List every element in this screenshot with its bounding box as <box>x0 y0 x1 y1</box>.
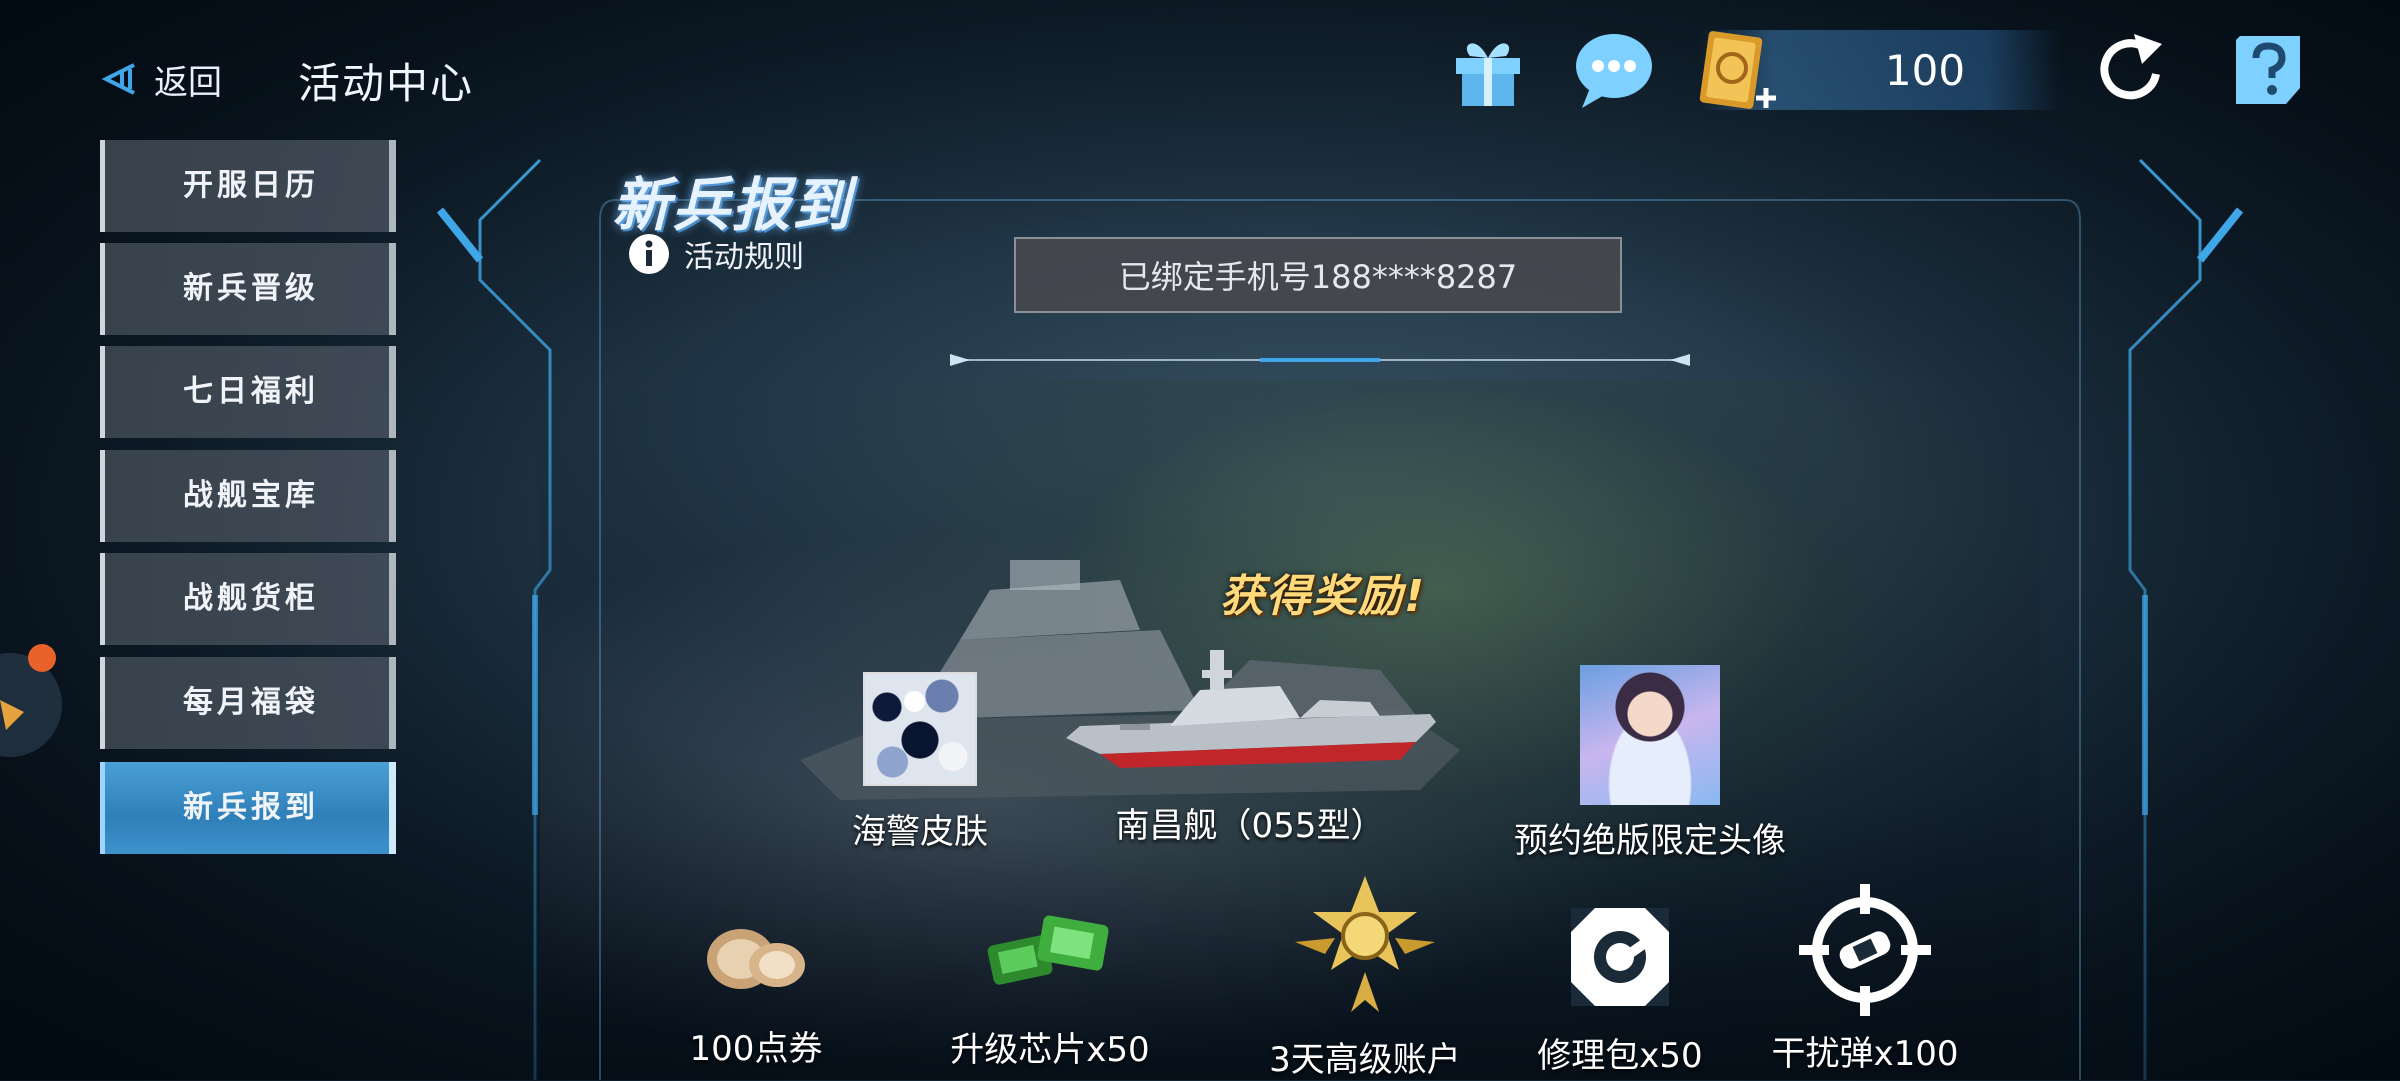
sidebar-item-label: 新兵报到 <box>183 790 319 825</box>
page-title: 活动中心 <box>298 59 475 108</box>
sidebar-item-label: 战舰宝库 <box>183 478 319 513</box>
avatar-portrait-icon <box>1580 665 1720 805</box>
decoy-icon <box>1799 884 1931 1016</box>
reward-decoy[interactable]: 干扰弹x100 <box>1760 880 1970 1075</box>
back-button[interactable]: 返回 <box>100 52 222 106</box>
reward-label: 预约绝版限定头像 <box>1514 821 1786 861</box>
sidebar-item-warship-container[interactable]: 战舰货柜 <box>100 553 396 645</box>
sidebar-item-label: 战舰货柜 <box>183 581 319 616</box>
reward-label: 修理包x50 <box>1537 1036 1703 1076</box>
reward-camo-skin[interactable]: 海警皮肤 <box>830 672 1010 853</box>
bound-phone-text: 已绑定手机号188****8287 <box>1118 258 1518 296</box>
sidebar-item-recruit-checkin[interactable]: 新兵报到 <box>100 762 396 854</box>
sidebar-item-server-calendar[interactable]: 开服日历 <box>100 140 396 232</box>
sidebar-item-seven-day-welfare[interactable]: 七日福利 <box>100 346 396 438</box>
rules-label: 活动规则 <box>684 240 804 275</box>
sidebar-item-label: 七日福利 <box>183 374 319 409</box>
panel-title: 新兵报到 <box>612 171 853 239</box>
refresh-icon[interactable] <box>2090 28 2174 112</box>
reward-label: 干扰弹x100 <box>1771 1034 1959 1074</box>
reward-premium-account[interactable]: 3天高级账户 <box>1250 872 1480 1081</box>
coupon-coins-icon <box>707 929 805 989</box>
bound-phone-display: 已绑定手机号188****8287 <box>1014 237 1622 313</box>
camo-skin-icon <box>863 672 977 786</box>
chip-icon <box>987 915 1109 985</box>
floating-assistant-icon[interactable] <box>0 640 70 770</box>
reward-label: 南昌舰（055型） <box>1115 806 1385 846</box>
reward-avatar[interactable]: 预约绝版限定头像 <box>1500 665 1800 862</box>
premium-badge-icon <box>1295 876 1435 1012</box>
reward-heading: 获得奖励! <box>1220 571 1427 622</box>
chat-bubble-icon[interactable] <box>1572 28 1656 112</box>
reward-upgrade-chips[interactable]: 升级芯片x50 <box>930 900 1170 1071</box>
sidebar-item-label: 开服日历 <box>183 168 319 203</box>
sidebar-item-label: 新兵晋级 <box>183 271 319 306</box>
card-plus-icon[interactable] <box>1690 28 1782 120</box>
back-arrow-icon <box>101 63 135 95</box>
info-icon <box>629 234 669 274</box>
repair-kit-icon <box>1571 908 1669 1006</box>
back-label: 返回 <box>154 62 222 103</box>
help-icon[interactable] <box>2226 28 2310 112</box>
gift-icon[interactable] <box>1446 28 1530 112</box>
reward-label: 升级芯片x50 <box>950 1030 1150 1070</box>
reward-repair-kit[interactable]: 修理包x50 <box>1530 902 1710 1077</box>
reward-coupons[interactable]: 100点券 <box>676 915 836 1070</box>
sidebar-item-label: 每月福袋 <box>183 685 319 720</box>
sidebar-item-warship-treasury[interactable]: 战舰宝库 <box>100 450 396 542</box>
sidebar-item-monthly-bag[interactable]: 每月福袋 <box>100 657 396 749</box>
rules-button[interactable]: 活动规则 <box>628 232 804 276</box>
reward-label: 海警皮肤 <box>852 812 988 852</box>
section-divider <box>950 354 1690 366</box>
reward-destroyer-ship[interactable]: 南昌舰（055型） <box>1060 630 1440 847</box>
sidebar-item-recruit-promotion[interactable]: 新兵晋级 <box>100 243 396 335</box>
destroyer-ship-icon <box>1066 650 1436 768</box>
reward-label: 3天高级账户 <box>1269 1040 1461 1080</box>
reward-label: 100点券 <box>689 1029 823 1069</box>
currency-value: 100 <box>1884 46 1966 95</box>
